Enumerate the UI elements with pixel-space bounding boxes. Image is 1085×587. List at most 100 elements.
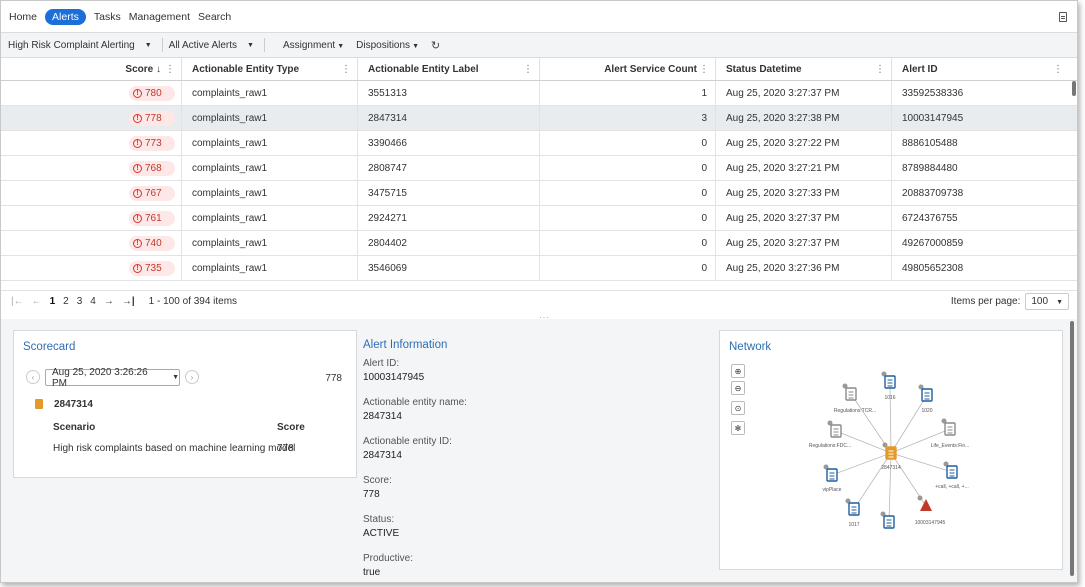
refresh-icon[interactable]: ↻ bbox=[431, 39, 440, 52]
grid-scrollbar[interactable] bbox=[1072, 81, 1076, 96]
chevron-down-icon: ▼ bbox=[247, 41, 254, 49]
network-node-blue-doc[interactable] bbox=[918, 384, 933, 402]
page-1[interactable]: 1 bbox=[50, 296, 56, 307]
nav-tasks[interactable]: Tasks bbox=[94, 9, 121, 25]
table-row[interactable]: ! 740 complaints_raw1 2804402 0 Aug 25, 2020 … bbox=[1, 231, 1077, 256]
chevron-down-icon: ▼ bbox=[412, 42, 419, 50]
nav-search[interactable]: Search bbox=[198, 9, 231, 25]
network-node-gray-doc[interactable] bbox=[827, 420, 842, 438]
nav-management[interactable]: Management bbox=[129, 9, 190, 25]
entity-icon bbox=[35, 399, 43, 409]
next-page-icon[interactable]: → bbox=[104, 296, 114, 307]
col-count-label: Alert Service Count bbox=[604, 63, 697, 75]
field-value: 2847314 bbox=[363, 450, 402, 461]
kebab-icon[interactable]: ⋮ bbox=[165, 64, 175, 75]
id-cell: 8886105488 bbox=[891, 131, 1069, 155]
divider bbox=[263, 38, 265, 52]
col-score-header[interactable]: Score ↓ ⋮ bbox=[1, 58, 181, 80]
score-badge: ! 740 bbox=[129, 235, 175, 251]
network-node-label: Regulations:TCR... bbox=[834, 408, 876, 414]
table-row[interactable]: ! 778 complaints_raw1 2847314 3 Aug 25, 2020 … bbox=[1, 106, 1077, 131]
score-cell: ! 773 bbox=[1, 131, 181, 155]
chevron-down-icon: ▼ bbox=[172, 374, 179, 381]
date-cell: Aug 25, 2020 3:27:22 PM bbox=[715, 131, 891, 155]
page-scrollbar[interactable] bbox=[1070, 321, 1074, 576]
kebab-icon[interactable]: ⋮ bbox=[523, 64, 533, 75]
chevron-down-icon: ▼ bbox=[1056, 299, 1063, 306]
score-cell: ! 778 bbox=[1, 106, 181, 130]
network-node-teal-building[interactable] bbox=[880, 511, 895, 529]
scenario-header: Scenario bbox=[53, 422, 96, 433]
table-row[interactable]: ! 780 complaints_raw1 3551313 1 Aug 25, 2020 … bbox=[1, 81, 1077, 106]
first-page-icon[interactable]: |← bbox=[11, 296, 24, 307]
network-node-blue-doc[interactable] bbox=[845, 498, 860, 516]
field-value: ACTIVE bbox=[363, 528, 400, 539]
date-select[interactable]: Aug 25, 2020 3:26:26 PM ▼ bbox=[45, 367, 180, 389]
network-node-gray-doc[interactable] bbox=[842, 383, 857, 401]
col-label-header[interactable]: Actionable Entity Label ⋮ bbox=[357, 58, 539, 80]
filter-select[interactable]: All Active Alerts ▼ bbox=[169, 40, 254, 51]
kebab-icon[interactable]: ⋮ bbox=[1053, 64, 1063, 75]
field-label: Actionable entity name: bbox=[363, 397, 467, 408]
page-3[interactable]: 3 bbox=[77, 296, 83, 307]
label-cell: 3551313 bbox=[357, 81, 539, 105]
col-date-label: Status Datetime bbox=[726, 63, 802, 75]
kebab-icon[interactable]: ⋮ bbox=[341, 64, 351, 75]
table-row[interactable]: ! 767 complaints_raw1 3475715 0 Aug 25, 2020 … bbox=[1, 181, 1077, 206]
prev-page-icon[interactable]: ← bbox=[32, 296, 42, 307]
alerts-grid: Score ↓ ⋮ Actionable Entity Type ⋮ Actiona… bbox=[1, 58, 1077, 281]
network-node-gray-doc[interactable] bbox=[941, 418, 956, 436]
assignment-menu[interactable]: Assignment ▼ bbox=[283, 40, 344, 51]
table-row[interactable]: ! 773 complaints_raw1 3390466 0 Aug 25, 2020 … bbox=[1, 131, 1077, 156]
table-row[interactable]: ! 761 complaints_raw1 2924271 0 Aug 25, 2020 … bbox=[1, 206, 1077, 231]
col-type-header[interactable]: Actionable Entity Type ⋮ bbox=[181, 58, 357, 80]
items-per-page-select[interactable]: 100 ▼ bbox=[1025, 293, 1069, 310]
document-icon[interactable] bbox=[1059, 12, 1067, 22]
col-date-header[interactable]: Status Datetime ⋮ bbox=[715, 58, 891, 80]
prev-date-icon[interactable]: ‹ bbox=[26, 370, 40, 384]
col-count-header[interactable]: Alert Service Count ⋮ bbox=[539, 58, 715, 80]
id-cell: 8789884480 bbox=[891, 156, 1069, 180]
date-cell: Aug 25, 2020 3:27:33 PM bbox=[715, 181, 891, 205]
id-cell: 49805652308 bbox=[891, 256, 1069, 280]
pagination: |← ← 1 2 3 4 → →| 1 - 100 of 394 items I… bbox=[1, 290, 1077, 312]
network-node-blue-doc[interactable] bbox=[881, 371, 896, 389]
network-node-red-alert[interactable] bbox=[917, 495, 933, 512]
label-cell: 2804402 bbox=[357, 231, 539, 255]
score-value: 740 bbox=[145, 237, 162, 249]
kebab-icon[interactable]: ⋮ bbox=[875, 64, 885, 75]
field-value: true bbox=[363, 567, 381, 578]
network-node-label: 10003147945 bbox=[915, 520, 946, 526]
network-graph[interactable]: 1016 1020 Life_Events:Fin... +call, +call, … bbox=[720, 331, 1064, 571]
nav-home[interactable]: Home bbox=[9, 9, 37, 25]
table-row[interactable]: ! 768 complaints_raw1 2808747 0 Aug 25, 2020 … bbox=[1, 156, 1077, 181]
score-cell: ! 768 bbox=[1, 156, 181, 180]
network-node-blue-pin[interactable] bbox=[823, 464, 838, 482]
scenario-name: High risk complaints based on machine le… bbox=[53, 443, 296, 454]
kebab-icon[interactable]: ⋮ bbox=[699, 64, 709, 75]
count-cell: 0 bbox=[539, 256, 715, 280]
score-header: Score bbox=[277, 422, 305, 433]
grid-body: ! 780 complaints_raw1 3551313 1 Aug 25, 2020 … bbox=[1, 81, 1077, 281]
last-page-icon[interactable]: →| bbox=[122, 296, 135, 307]
score-badge: ! 735 bbox=[129, 260, 175, 276]
col-id-header[interactable]: Alert ID ⋮ bbox=[891, 58, 1069, 80]
next-date-icon[interactable]: › bbox=[185, 370, 199, 384]
items-per-page-value: 100 bbox=[1031, 296, 1049, 307]
queue-select[interactable]: High Risk Complaint Alerting ▼ bbox=[8, 40, 152, 51]
alert-info-panel: Alert Information Alert ID: 10003147945 … bbox=[362, 330, 708, 582]
score-value: 768 bbox=[145, 162, 162, 174]
label-cell: 3475715 bbox=[357, 181, 539, 205]
app-window: Home Alerts Tasks Management Search High… bbox=[0, 0, 1078, 583]
page-4[interactable]: 4 bbox=[90, 296, 96, 307]
type-cell: complaints_raw1 bbox=[181, 181, 357, 205]
score-value: 778 bbox=[145, 112, 162, 124]
page-2[interactable]: 2 bbox=[63, 296, 69, 307]
field-value: 778 bbox=[363, 489, 380, 500]
nav-alerts[interactable]: Alerts bbox=[45, 8, 86, 25]
score-value: 773 bbox=[145, 137, 162, 149]
dispositions-menu[interactable]: Dispositions ▼ bbox=[356, 40, 419, 51]
label-cell: 2808747 bbox=[357, 156, 539, 180]
top-nav: Home Alerts Tasks Management Search bbox=[1, 1, 1077, 32]
table-row[interactable]: ! 735 complaints_raw1 3546069 0 Aug 25, 2020 … bbox=[1, 256, 1077, 281]
